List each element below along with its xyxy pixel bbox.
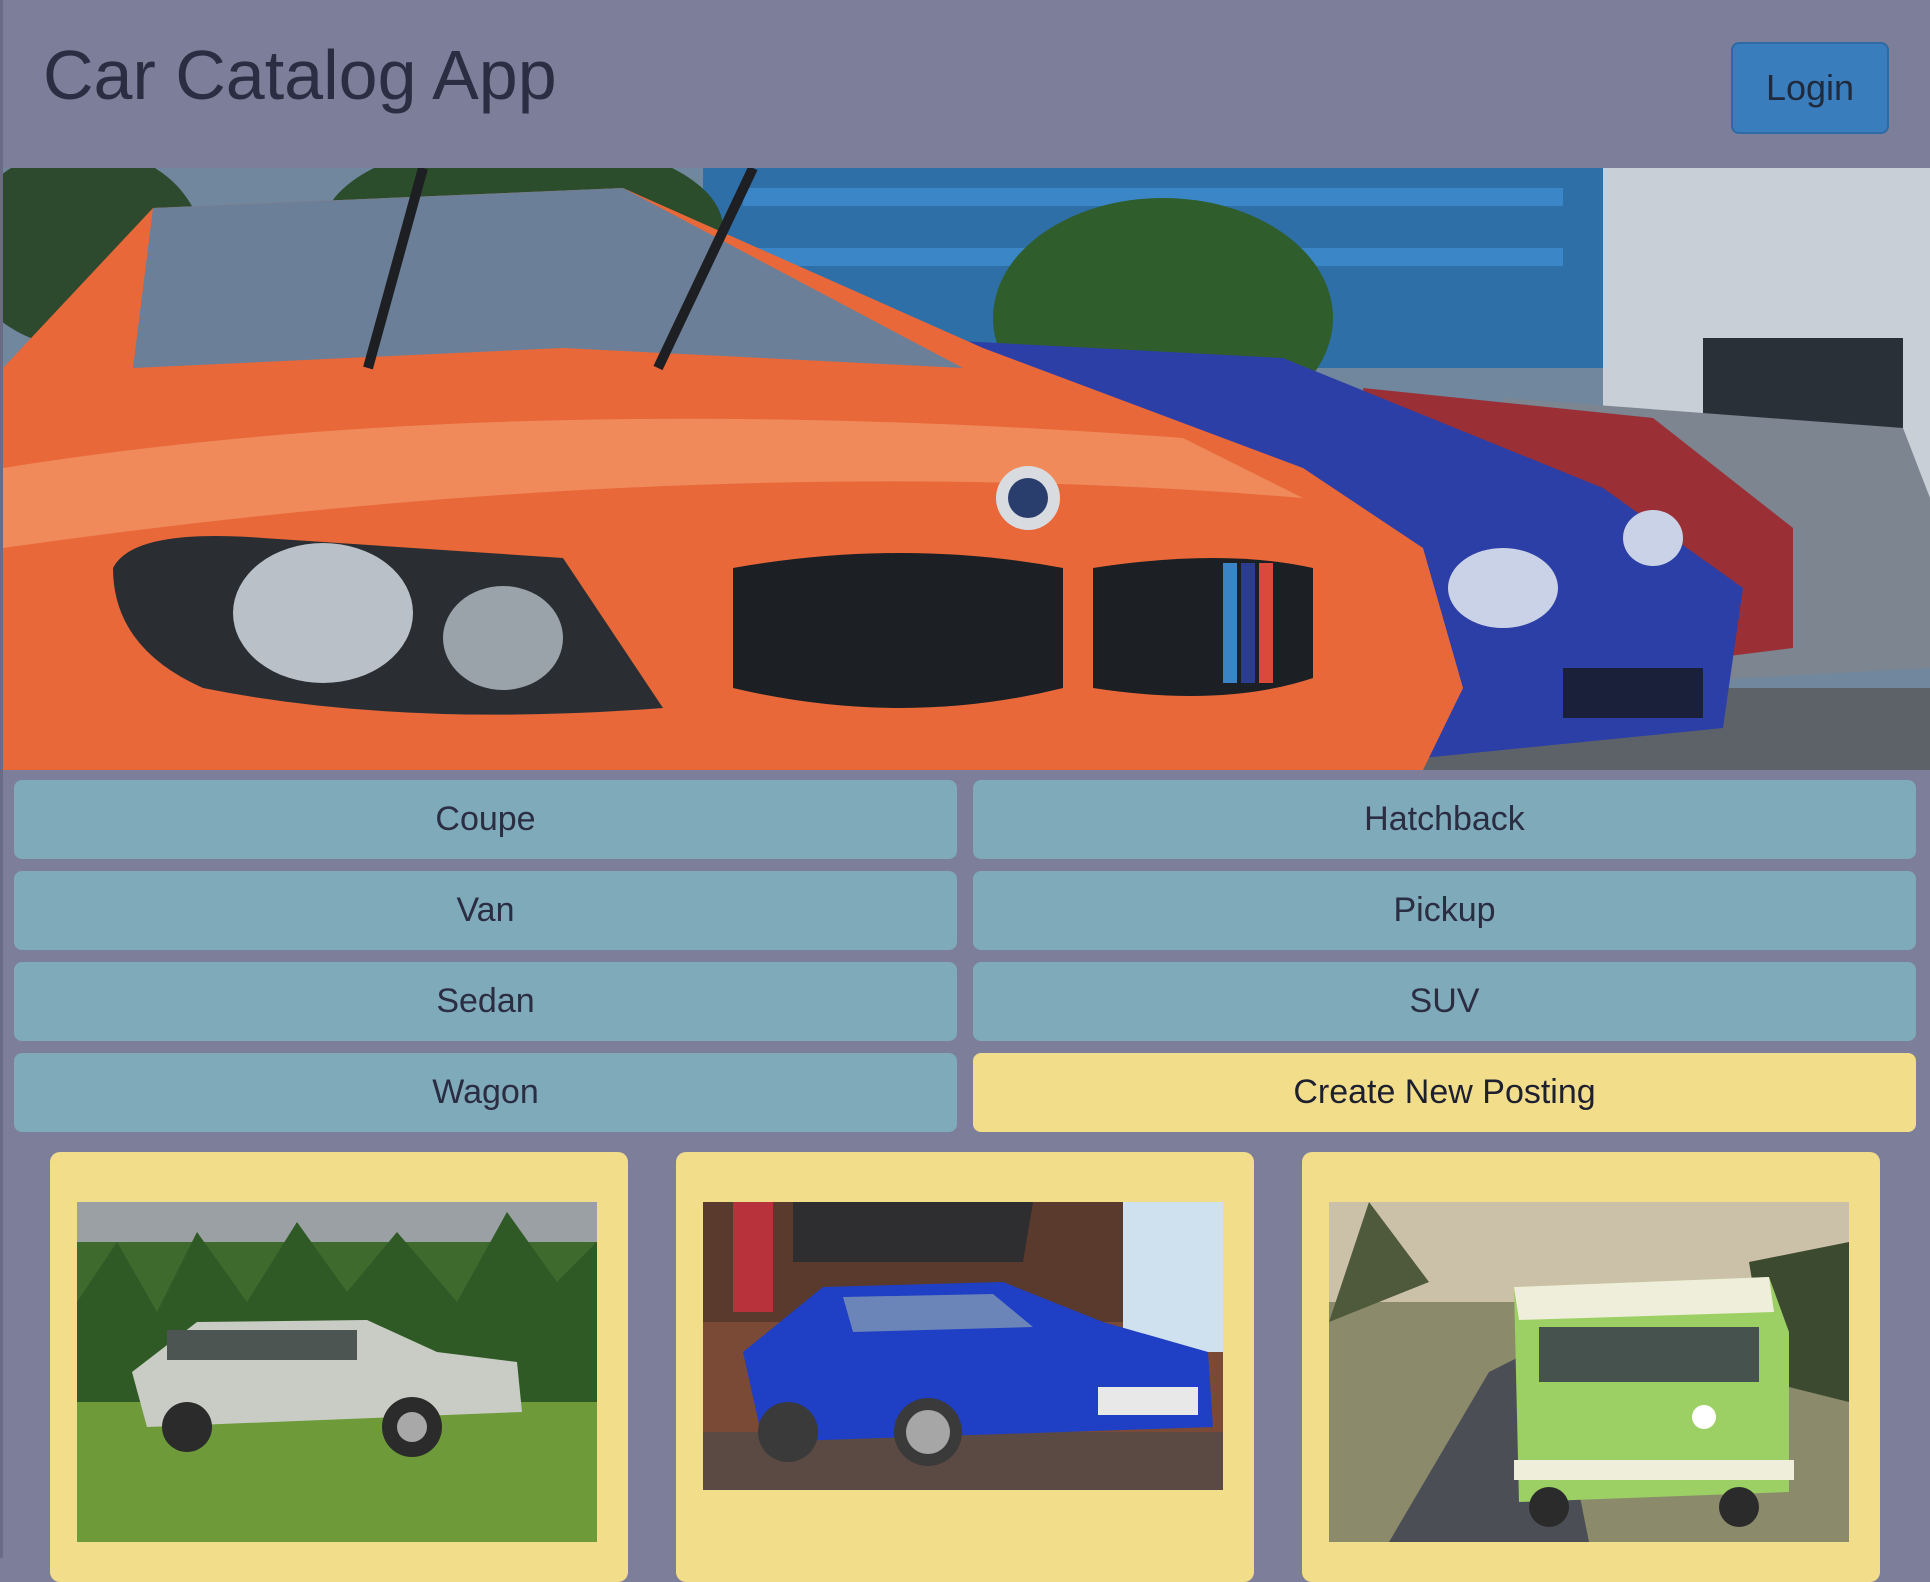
listing-card[interactable] <box>676 1152 1254 1582</box>
category-grid: Coupe Hatchback Van Pickup Sedan SUV Wag… <box>14 780 1916 1132</box>
listing-photo[interactable] <box>703 1202 1223 1490</box>
app-header: Car Catalog App Login <box>3 0 1930 168</box>
category-pickup-button[interactable]: Pickup <box>973 871 1916 950</box>
login-button[interactable]: Login <box>1731 42 1889 134</box>
listing-card[interactable] <box>50 1152 628 1582</box>
listing-photo[interactable] <box>77 1202 597 1542</box>
category-van-button[interactable]: Van <box>14 871 957 950</box>
hero-image <box>3 168 1930 770</box>
category-wagon-button[interactable]: Wagon <box>14 1053 957 1132</box>
category-sedan-button[interactable]: Sedan <box>14 962 957 1041</box>
listing-photo[interactable] <box>1329 1202 1849 1542</box>
category-coupe-button[interactable]: Coupe <box>14 780 957 859</box>
create-new-posting-button[interactable]: Create New Posting <box>973 1053 1916 1132</box>
app-title: Car Catalog App <box>43 36 557 114</box>
category-hatchback-button[interactable]: Hatchback <box>973 780 1916 859</box>
category-suv-button[interactable]: SUV <box>973 962 1916 1041</box>
listing-card[interactable] <box>1302 1152 1880 1582</box>
